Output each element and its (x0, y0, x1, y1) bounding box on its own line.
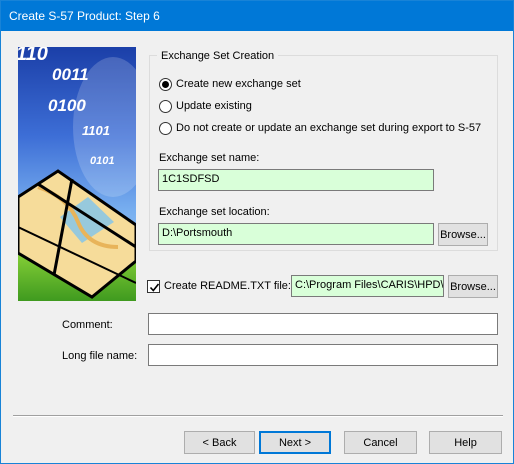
exchange-set-name-label: Exchange set name: (159, 152, 260, 164)
exchange-set-location-value: D:\Portsmouth (162, 227, 233, 239)
readme-checkbox[interactable] (147, 280, 160, 293)
title-bar[interactable]: Create S-57 Product: Step 6 (1, 1, 513, 31)
radio-update-existing-label: Update existing (176, 100, 252, 112)
cancel-button[interactable]: Cancel (344, 431, 417, 454)
comment-input[interactable] (148, 313, 498, 335)
radio-unchecked-indicator (159, 99, 172, 113)
browse-location-button[interactable]: Browse... (438, 223, 488, 246)
side-image-bits-4: 1101 (82, 123, 110, 138)
checkmark-icon (149, 283, 160, 292)
wizard-window: Create S-57 Product: Step 6 110 0011 010… (0, 0, 514, 464)
radio-do-not-create[interactable]: Do not create or update an exchange set … (159, 120, 481, 136)
next-button[interactable]: Next > (259, 431, 331, 454)
radio-update-existing[interactable]: Update existing (159, 98, 252, 114)
exchange-set-location-field[interactable]: D:\Portsmouth (158, 223, 434, 245)
exchange-set-name-value: 1C1SDFSD (162, 173, 220, 185)
comment-label: Comment: (62, 319, 113, 331)
radio-do-not-create-label: Do not create or update an exchange set … (176, 122, 482, 134)
readme-path-value: C:\Program Files\CARIS\HPD\ (295, 279, 444, 291)
exchange-set-group-title: Exchange Set Creation (157, 50, 279, 62)
side-image-bits-1: 110 (18, 47, 48, 65)
long-file-name-label: Long file name: (62, 350, 138, 362)
radio-checked-indicator (159, 77, 172, 91)
radio-create-new-label: Create new exchange set (176, 78, 301, 90)
readme-path-field[interactable]: C:\Program Files\CARIS\HPD\ (291, 275, 444, 297)
side-image-bits-2: 0011 (52, 65, 89, 84)
exchange-set-name-field[interactable]: 1C1SDFSD (158, 169, 434, 191)
side-image-bits-3: 0100 (48, 96, 86, 115)
radio-unchecked-indicator (159, 121, 172, 135)
readme-checkbox-label: Create README.TXT file: (164, 280, 291, 292)
exchange-set-location-label: Exchange set location: (159, 206, 270, 218)
long-file-name-input[interactable] (148, 344, 498, 366)
side-image-bits-5: 0101 (90, 155, 115, 167)
footer-separator (13, 415, 503, 417)
browse-readme-button[interactable]: Browse... (448, 275, 498, 298)
window-title: Create S-57 Product: Step 6 (9, 9, 160, 23)
radio-create-new[interactable]: Create new exchange set (159, 76, 301, 92)
help-button[interactable]: Help (429, 431, 502, 454)
back-button[interactable]: < Back (184, 431, 255, 454)
wizard-side-image: 110 0011 0100 1101 0101 (18, 47, 136, 301)
